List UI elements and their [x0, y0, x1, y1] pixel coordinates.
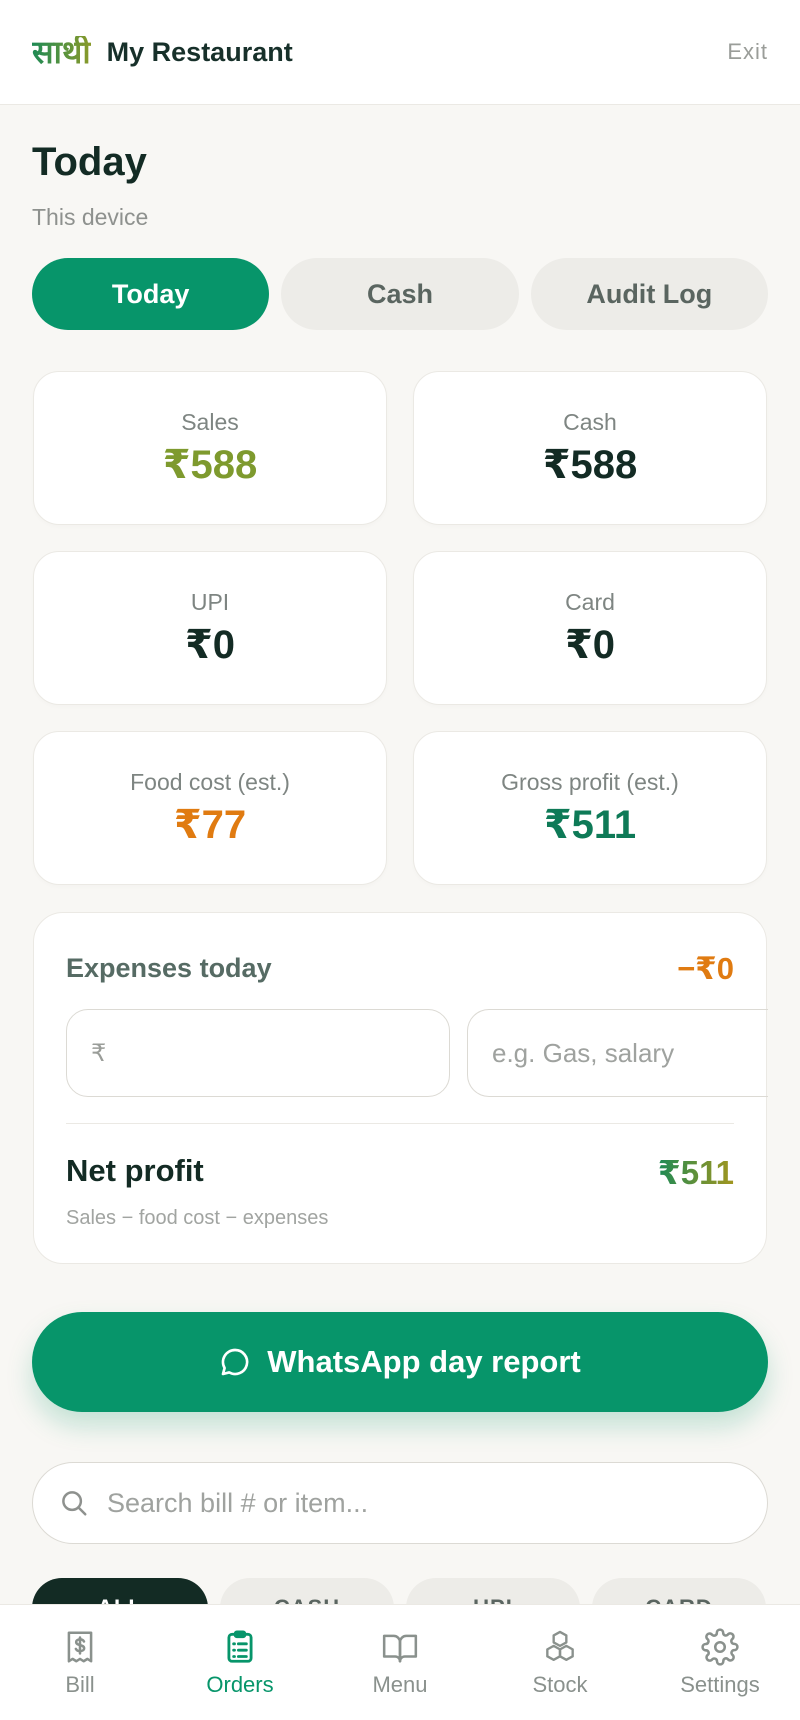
app-title: My Restaurant — [106, 36, 293, 67]
stat-value: ₹588 — [542, 442, 638, 487]
whatsapp-report-label: WhatsApp day report — [267, 1344, 581, 1379]
stat-card-upi: UPI ₹0 — [33, 551, 387, 705]
boxes-icon — [546, 1630, 574, 1661]
expense-amount-field[interactable]: ₹ — [66, 1009, 450, 1097]
stat-label: Cash — [563, 408, 617, 435]
stat-value: ₹588 — [162, 442, 258, 487]
stat-value: ₹0 — [184, 622, 236, 667]
stat-label: Food cost (est.) — [130, 768, 290, 795]
search-bar[interactable] — [32, 1462, 768, 1544]
page-subtitle: This device — [32, 204, 149, 230]
expense-note-input[interactable] — [492, 1037, 752, 1069]
nav-label: Bill — [65, 1671, 95, 1697]
stat-value: ₹511 — [543, 802, 637, 847]
stat-card-gross-profit: Gross profit (est.) ₹511 — [413, 731, 767, 885]
tab-audit-log[interactable]: Audit Log — [530, 258, 768, 330]
search-input[interactable] — [107, 1487, 707, 1519]
nav-item-stock[interactable]: Stock — [480, 1605, 640, 1720]
stat-label: Sales — [181, 408, 239, 435]
nav-item-bill[interactable]: Bill — [0, 1605, 160, 1720]
stat-card-sales: Sales ₹588 — [33, 371, 387, 525]
nav-label: Settings — [680, 1671, 760, 1697]
stat-card-cash: Cash ₹588 — [413, 371, 767, 525]
receipt-icon — [67, 1630, 93, 1663]
gear-icon — [701, 1627, 739, 1666]
page-title: Today — [32, 140, 147, 184]
search-icon — [62, 1491, 87, 1516]
stat-card-food-cost: Food cost (est.) ₹77 — [33, 731, 387, 885]
nav-label: Stock — [532, 1671, 588, 1697]
stat-card-card: Card ₹0 — [413, 551, 767, 705]
expense-note-field[interactable] — [467, 1009, 768, 1097]
book-icon — [382, 1634, 418, 1663]
section-tabs: Today Cash Audit Log — [32, 258, 768, 330]
expenses-label: Expenses today — [66, 953, 272, 983]
app-header: साथी My Restaurant Exit — [0, 0, 800, 105]
bottom-navigation: Bill Orders Menu Stock Settings — [0, 1604, 800, 1720]
nav-label: Menu — [372, 1671, 428, 1697]
nav-item-menu[interactable]: Menu — [320, 1605, 480, 1720]
net-profit-formula: Sales − food cost − expenses — [66, 1207, 329, 1229]
whatsapp-report-button[interactable]: WhatsApp day report — [32, 1312, 768, 1412]
exit-button[interactable]: Exit — [727, 39, 768, 65]
clipboard-icon — [227, 1630, 253, 1663]
stat-value: ₹77 — [173, 802, 247, 847]
net-profit-value: ₹511 — [657, 1154, 734, 1191]
nav-label: Orders — [206, 1671, 274, 1697]
tab-cash[interactable]: Cash — [281, 258, 519, 330]
expense-amount-input[interactable] — [116, 1037, 417, 1069]
rupee-prefix: ₹ — [91, 1039, 107, 1067]
stat-label: Gross profit (est.) — [501, 768, 679, 795]
tab-today[interactable]: Today — [32, 258, 270, 330]
stat-label: Card — [565, 588, 615, 615]
chat-bubble-icon — [221, 1348, 249, 1376]
nav-item-orders[interactable]: Orders — [160, 1605, 320, 1720]
expenses-card: Expenses today −₹0 ₹ Net profit ₹511 Sal… — [33, 912, 768, 1264]
stat-value: ₹0 — [564, 622, 616, 667]
stat-label: UPI — [190, 588, 230, 615]
expenses-total: −₹0 — [677, 951, 734, 986]
divider — [66, 1123, 734, 1124]
brand-logo: साथी — [32, 33, 91, 71]
nav-item-settings[interactable]: Settings — [640, 1605, 800, 1720]
net-profit-label: Net profit — [66, 1153, 204, 1188]
